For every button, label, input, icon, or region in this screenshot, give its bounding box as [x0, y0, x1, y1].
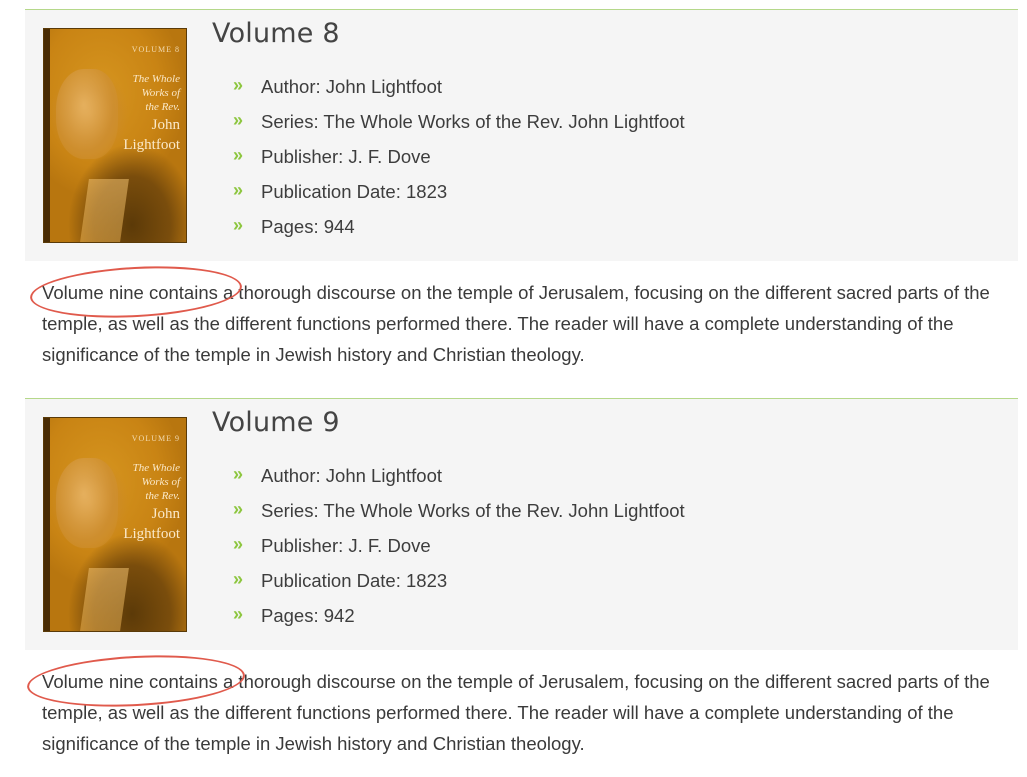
detail-text: Pages: 942 — [261, 605, 355, 626]
volume-description: Volume nine contains a thorough discours… — [42, 282, 990, 365]
detail-text: Publisher: J. F. Dove — [261, 146, 431, 167]
detail-publication-date: » Publication Date: 1823 — [233, 180, 685, 215]
cover-text: VOLUME 9 The Whole Works of the Rev. Joh… — [123, 434, 180, 543]
chevron-right-icon: » — [233, 499, 244, 519]
chevron-right-icon: » — [233, 215, 244, 235]
chevron-right-icon: » — [233, 464, 244, 484]
chevron-right-icon: » — [233, 569, 244, 589]
cover-portrait-collar — [79, 179, 129, 242]
volume-entry: VOLUME 8 The Whole Works of the Rev. Joh… — [25, 9, 1018, 370]
cover-series-line: Works of — [141, 87, 180, 99]
cover-series-line: the Rev. — [145, 101, 180, 113]
detail-text: Publisher: J. F. Dove — [261, 535, 431, 556]
cover-portrait — [56, 458, 118, 548]
chevron-right-icon: » — [233, 604, 244, 624]
chevron-right-icon: » — [233, 180, 244, 200]
detail-series: » Series: The Whole Works of the Rev. Joh… — [233, 110, 685, 145]
detail-pages: » Pages: 942 — [233, 604, 685, 639]
cover-author-line: Lightfoot — [123, 526, 180, 542]
volume-details-list: » Author: John Lightfoot » Series: The Who… — [233, 464, 685, 639]
detail-text: Series: The Whole Works of the Rev. John… — [261, 111, 685, 132]
cover-spine — [44, 418, 50, 631]
volume-title[interactable]: Volume 9 — [212, 407, 340, 438]
detail-text: Author: John Lightfoot — [261, 76, 443, 97]
volume-details-list: » Author: John Lightfoot » Series: The Who… — [233, 75, 685, 250]
detail-author: » Author: John Lightfoot — [233, 75, 685, 110]
volume-header: VOLUME 9 The Whole Works of the Rev. Joh… — [25, 398, 1018, 650]
volume-title[interactable]: Volume 8 — [212, 18, 340, 49]
detail-pages: » Pages: 944 — [233, 215, 685, 250]
cover-text: VOLUME 8 The Whole Works of the Rev. Joh… — [123, 45, 180, 154]
cover-volume-label: VOLUME 8 — [131, 45, 180, 54]
detail-publisher: » Publisher: J. F. Dove — [233, 534, 685, 569]
detail-publication-date: » Publication Date: 1823 — [233, 569, 685, 604]
detail-publisher: » Publisher: J. F. Dove — [233, 145, 685, 180]
chevron-right-icon: » — [233, 110, 244, 130]
chevron-right-icon: » — [233, 145, 244, 165]
volume-description: Volume nine contains a thorough discours… — [42, 671, 990, 754]
cover-portrait-collar — [79, 568, 129, 631]
chevron-right-icon: » — [233, 534, 244, 554]
detail-series: » Series: The Whole Works of the Rev. Joh… — [233, 499, 685, 534]
cover-series-line: Works of — [141, 476, 180, 488]
detail-text: Publication Date: 1823 — [261, 181, 448, 202]
detail-text: Series: The Whole Works of the Rev. John… — [261, 500, 685, 521]
book-cover-image[interactable]: VOLUME 8 The Whole Works of the Rev. Joh… — [43, 28, 187, 243]
volume-header: VOLUME 8 The Whole Works of the Rev. Joh… — [25, 9, 1018, 261]
cover-series-line: The Whole — [132, 462, 180, 474]
page: VOLUME 8 The Whole Works of the Rev. Joh… — [0, 0, 1027, 777]
cover-series-line: the Rev. — [145, 490, 180, 502]
cover-author-line: John — [151, 117, 180, 133]
detail-text: Publication Date: 1823 — [261, 570, 448, 591]
cover-series-line: The Whole — [132, 73, 180, 85]
detail-text: Author: John Lightfoot — [261, 465, 443, 486]
cover-author-line: Lightfoot — [123, 137, 180, 153]
cover-portrait — [56, 69, 118, 159]
book-cover-image[interactable]: VOLUME 9 The Whole Works of the Rev. Joh… — [43, 417, 187, 632]
volume-entry: VOLUME 9 The Whole Works of the Rev. Joh… — [25, 398, 1018, 759]
chevron-right-icon: » — [233, 75, 244, 95]
cover-author-line: John — [151, 506, 180, 522]
detail-author: » Author: John Lightfoot — [233, 464, 685, 499]
cover-spine — [44, 29, 50, 242]
cover-volume-label: VOLUME 9 — [131, 434, 180, 443]
detail-text: Pages: 944 — [261, 216, 355, 237]
